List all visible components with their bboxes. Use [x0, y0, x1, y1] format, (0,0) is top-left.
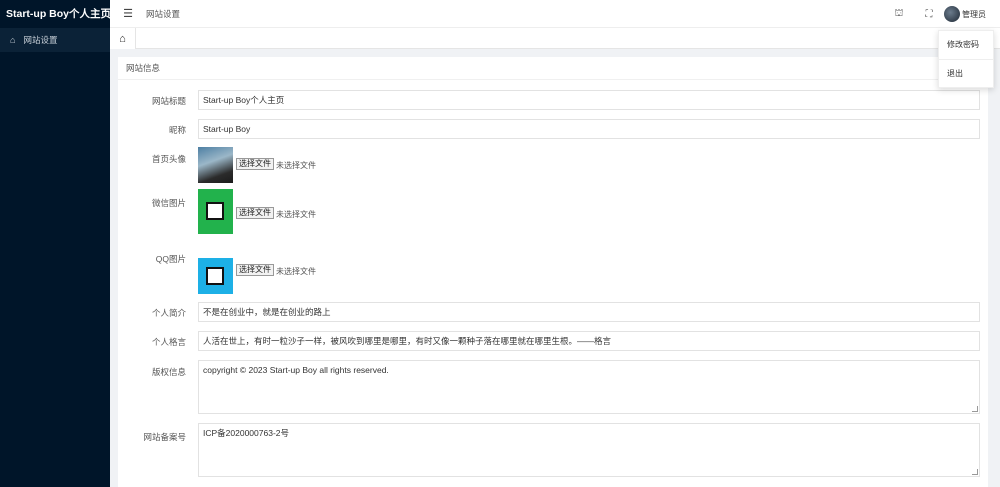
- label-qq: QQ图片: [155, 254, 186, 264]
- motto-input[interactable]: 人活在世上，有时一粒沙子一样，被风吹到哪里是哪里，有时又像一颗种子落在哪里就在哪…: [198, 331, 980, 351]
- label-icp: 网站备案号: [143, 432, 186, 442]
- wechat-qr-image: [198, 189, 233, 234]
- qq-file-status: 未选择文件: [276, 267, 316, 276]
- label-nickname: 昵称: [168, 125, 186, 135]
- qq-file-button[interactable]: 选择文件: [236, 264, 274, 276]
- fullscreen-icon[interactable]: ⛶: [914, 9, 944, 20]
- avatar-file-button[interactable]: 选择文件: [236, 158, 274, 170]
- form-row-wechat: 微信图片 选择文件 未选择文件: [118, 189, 988, 237]
- avatar-file-status: 未选择文件: [276, 161, 316, 170]
- qq-qr-image: [198, 258, 233, 294]
- menu-toggle-icon[interactable]: ☰: [110, 7, 146, 20]
- qr-code-icon: [206, 202, 224, 220]
- label-avatar: 首页头像: [151, 154, 186, 164]
- user-menu[interactable]: 管理员: [944, 6, 1000, 22]
- label-profile: 个人简介: [151, 308, 186, 318]
- wechat-file-button[interactable]: 选择文件: [236, 207, 274, 219]
- nickname-input[interactable]: Start-up Boy: [198, 119, 980, 139]
- header-actions: ⛫ ⛶ 管理员: [884, 0, 1000, 28]
- copyright-text: copyright © 2023 Start-up Boy all rights…: [203, 365, 389, 375]
- theme-icon[interactable]: ⛫: [884, 8, 914, 21]
- settings-card: 网站信息 网站标题 Start-up Boy个人主页 昵称 Start-up B…: [118, 57, 988, 487]
- home-tab-icon[interactable]: ⌂: [110, 28, 136, 49]
- form-row-copyright: 版权信息 copyright © 2023 Start-up Boy all r…: [118, 360, 988, 414]
- top-header: ☰ 网站设置 ⛫ ⛶ 管理员: [110, 0, 1000, 28]
- logout-item[interactable]: 退出: [939, 59, 993, 87]
- brand-title: Start-up Boy个人主页: [6, 8, 110, 20]
- qr-code-icon: [206, 267, 224, 285]
- form-row-site-name: 网站标题 Start-up Boy个人主页: [118, 90, 988, 110]
- form-row-motto: 个人格言 人活在世上，有时一粒沙子一样，被风吹到哪里是哪里，有时又像一颗种子落在…: [118, 331, 988, 351]
- sidebar-item-site-settings[interactable]: ⌂ 网站设置: [0, 28, 110, 52]
- form-row-avatar: 首页头像 选择文件 未选择文件: [118, 147, 988, 187]
- copyright-textarea[interactable]: copyright © 2023 Start-up Boy all rights…: [198, 360, 980, 414]
- sidebar-item-label: 网站设置: [23, 35, 58, 45]
- resize-handle-icon[interactable]: [972, 406, 978, 412]
- label-motto: 个人格言: [151, 337, 186, 347]
- site-name-input[interactable]: Start-up Boy个人主页: [198, 90, 980, 110]
- user-name: 管理员: [962, 9, 986, 19]
- card-title: 网站信息: [118, 57, 988, 80]
- avatar: [944, 6, 960, 22]
- user-dropdown: 修改密码 退出: [938, 30, 994, 88]
- icp-textarea[interactable]: ICP备2020000763-2号: [198, 423, 980, 477]
- header-page-title: 网站设置: [146, 8, 181, 19]
- wechat-file-status: 未选择文件: [276, 210, 316, 219]
- profile-input[interactable]: 不是在创业中，就是在创业的路上: [198, 302, 980, 322]
- avatar-preview-image: [198, 147, 233, 183]
- tab-bar: ⌂: [110, 28, 1000, 49]
- resize-handle-icon[interactable]: [972, 469, 978, 475]
- form-row-qq: QQ图片 选择文件 未选择文件: [118, 245, 988, 295]
- label-site-name: 网站标题: [151, 96, 186, 106]
- change-password-item[interactable]: 修改密码: [939, 31, 993, 59]
- home-icon: ⌂: [10, 35, 16, 45]
- label-wechat: 微信图片: [151, 198, 186, 208]
- form-row-icp: 网站备案号 ICP备2020000763-2号: [118, 423, 988, 477]
- icp-text: ICP备2020000763-2号: [203, 428, 290, 438]
- form-row-profile: 个人简介 不是在创业中，就是在创业的路上: [118, 302, 988, 322]
- form-row-nickname: 昵称 Start-up Boy: [118, 119, 988, 139]
- label-copyright: 版权信息: [151, 367, 186, 377]
- sidebar: Start-up Boy个人主页 ⌂ 网站设置: [0, 0, 110, 487]
